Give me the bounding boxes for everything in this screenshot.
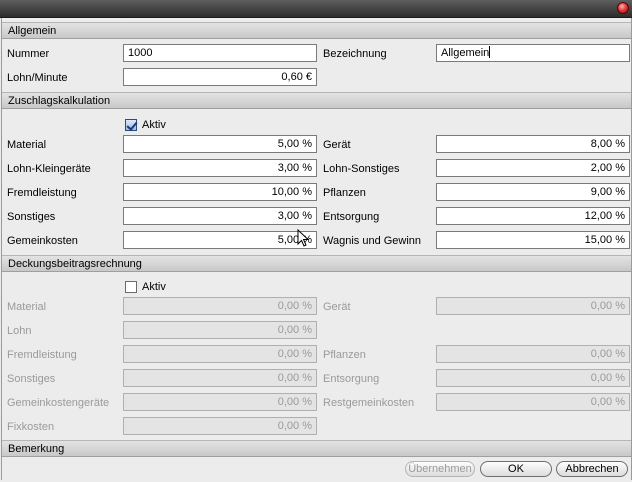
section-title-bemerkung: Bemerkung [8, 443, 65, 455]
zuschlag-field[interactable]: 15,00 % [436, 231, 630, 249]
zuschlag-label: Lohn-Kleingeräte [7, 163, 91, 175]
zuschlag-field[interactable]: 5,00 % [123, 231, 317, 249]
bezeichnung-value: Allgemein [441, 47, 490, 59]
zuschlag-label: Material [7, 139, 47, 151]
deckung-label: Sonstiges [7, 373, 56, 385]
deckung-label: Gerät [323, 301, 351, 313]
deckung-field[interactable]: 0,00 % [123, 297, 317, 315]
zuschlag-label: Gemeinkosten [7, 235, 78, 247]
deckung-field[interactable]: 0,00 % [436, 393, 630, 411]
deckung-field[interactable]: 0,00 % [436, 345, 630, 363]
deckung-label: Gemeinkostengeräte [7, 397, 110, 409]
nummer-label: Nummer [7, 48, 50, 60]
deckung-label: Fremdleistung [7, 349, 77, 361]
dialog-body: Allgemein Nummer 1000 Bezeichnung Allgem… [1, 18, 632, 480]
deckung-aktiv-checkbox[interactable] [125, 281, 137, 293]
deckung-field[interactable]: 0,00 % [123, 393, 317, 411]
section-title-deckung: Deckungsbeitragsrechnung [8, 258, 142, 270]
zuschlag-label: Sonstiges [7, 211, 56, 223]
bezeichnung-label: Bezeichnung [323, 48, 387, 60]
ok-button[interactable]: OK [480, 461, 552, 477]
deckung-field[interactable]: 0,00 % [123, 369, 317, 387]
zuschlag-label: Gerät [323, 139, 351, 151]
zuschlag-label: Lohn-Sonstiges [323, 163, 400, 175]
section-header-zuschlag: Zuschlagskalkulation [2, 92, 631, 109]
deckung-field[interactable]: 0,00 % [123, 417, 317, 435]
cancel-button[interactable]: Abbrechen [556, 461, 628, 477]
zuschlag-label: Fremdleistung [7, 187, 77, 199]
section-header-bemerkung[interactable]: Bemerkung [2, 440, 631, 457]
deckung-field[interactable]: 0,00 % [123, 321, 317, 339]
zuschlag-field[interactable]: 5,00 % [123, 135, 317, 153]
deckung-label: Restgemeinkosten [323, 397, 415, 409]
deckung-label: Material [7, 301, 47, 313]
zuschlag-aktiv-checkbox[interactable] [125, 119, 137, 131]
deckung-label: Fixkosten [7, 421, 55, 433]
text-caret [489, 46, 491, 58]
zuschlag-field[interactable]: 8,00 % [436, 135, 630, 153]
zuschlag-label: Wagnis und Gewinn [323, 235, 422, 247]
zuschlag-field[interactable]: 3,00 % [123, 207, 317, 225]
zuschlag-field[interactable]: 3,00 % [123, 159, 317, 177]
zuschlag-field[interactable]: 12,00 % [436, 207, 630, 225]
section-header-allgemein: Allgemein [2, 22, 631, 39]
title-bar[interactable] [0, 0, 632, 18]
lohn-minute-label: Lohn/Minute [7, 72, 68, 84]
deckung-aktiv-label: Aktiv [142, 281, 166, 293]
nummer-field[interactable]: 1000 [123, 44, 317, 62]
zuschlag-label: Pflanzen [323, 187, 366, 199]
bezeichnung-field[interactable]: Allgemein [436, 44, 630, 62]
deckung-field[interactable]: 0,00 % [123, 345, 317, 363]
deckung-field[interactable]: 0,00 % [436, 297, 630, 315]
zuschlag-field[interactable]: 10,00 % [123, 183, 317, 201]
apply-button[interactable]: Übernehmen [405, 461, 475, 477]
zuschlag-aktiv-label: Aktiv [142, 119, 166, 131]
zuschlag-field[interactable]: 9,00 % [436, 183, 630, 201]
deckung-label: Pflanzen [323, 349, 366, 361]
zuschlag-field[interactable]: 2,00 % [436, 159, 630, 177]
zuschlag-label: Entsorgung [323, 211, 380, 223]
section-title-allgemein: Allgemein [8, 25, 57, 37]
button-bar: Übernehmen OK Abbrechen [2, 458, 631, 480]
close-icon[interactable] [617, 2, 629, 14]
lohn-minute-field[interactable]: 0,60 € [123, 68, 317, 86]
deckung-field[interactable]: 0,00 % [436, 369, 630, 387]
mouse-pointer-icon [297, 229, 310, 247]
section-title-zuschlag: Zuschlagskalkulation [8, 95, 111, 107]
section-header-deckung: Deckungsbeitragsrechnung [2, 255, 631, 272]
deckung-label: Entsorgung [323, 373, 380, 385]
deckung-label: Lohn [7, 325, 32, 337]
